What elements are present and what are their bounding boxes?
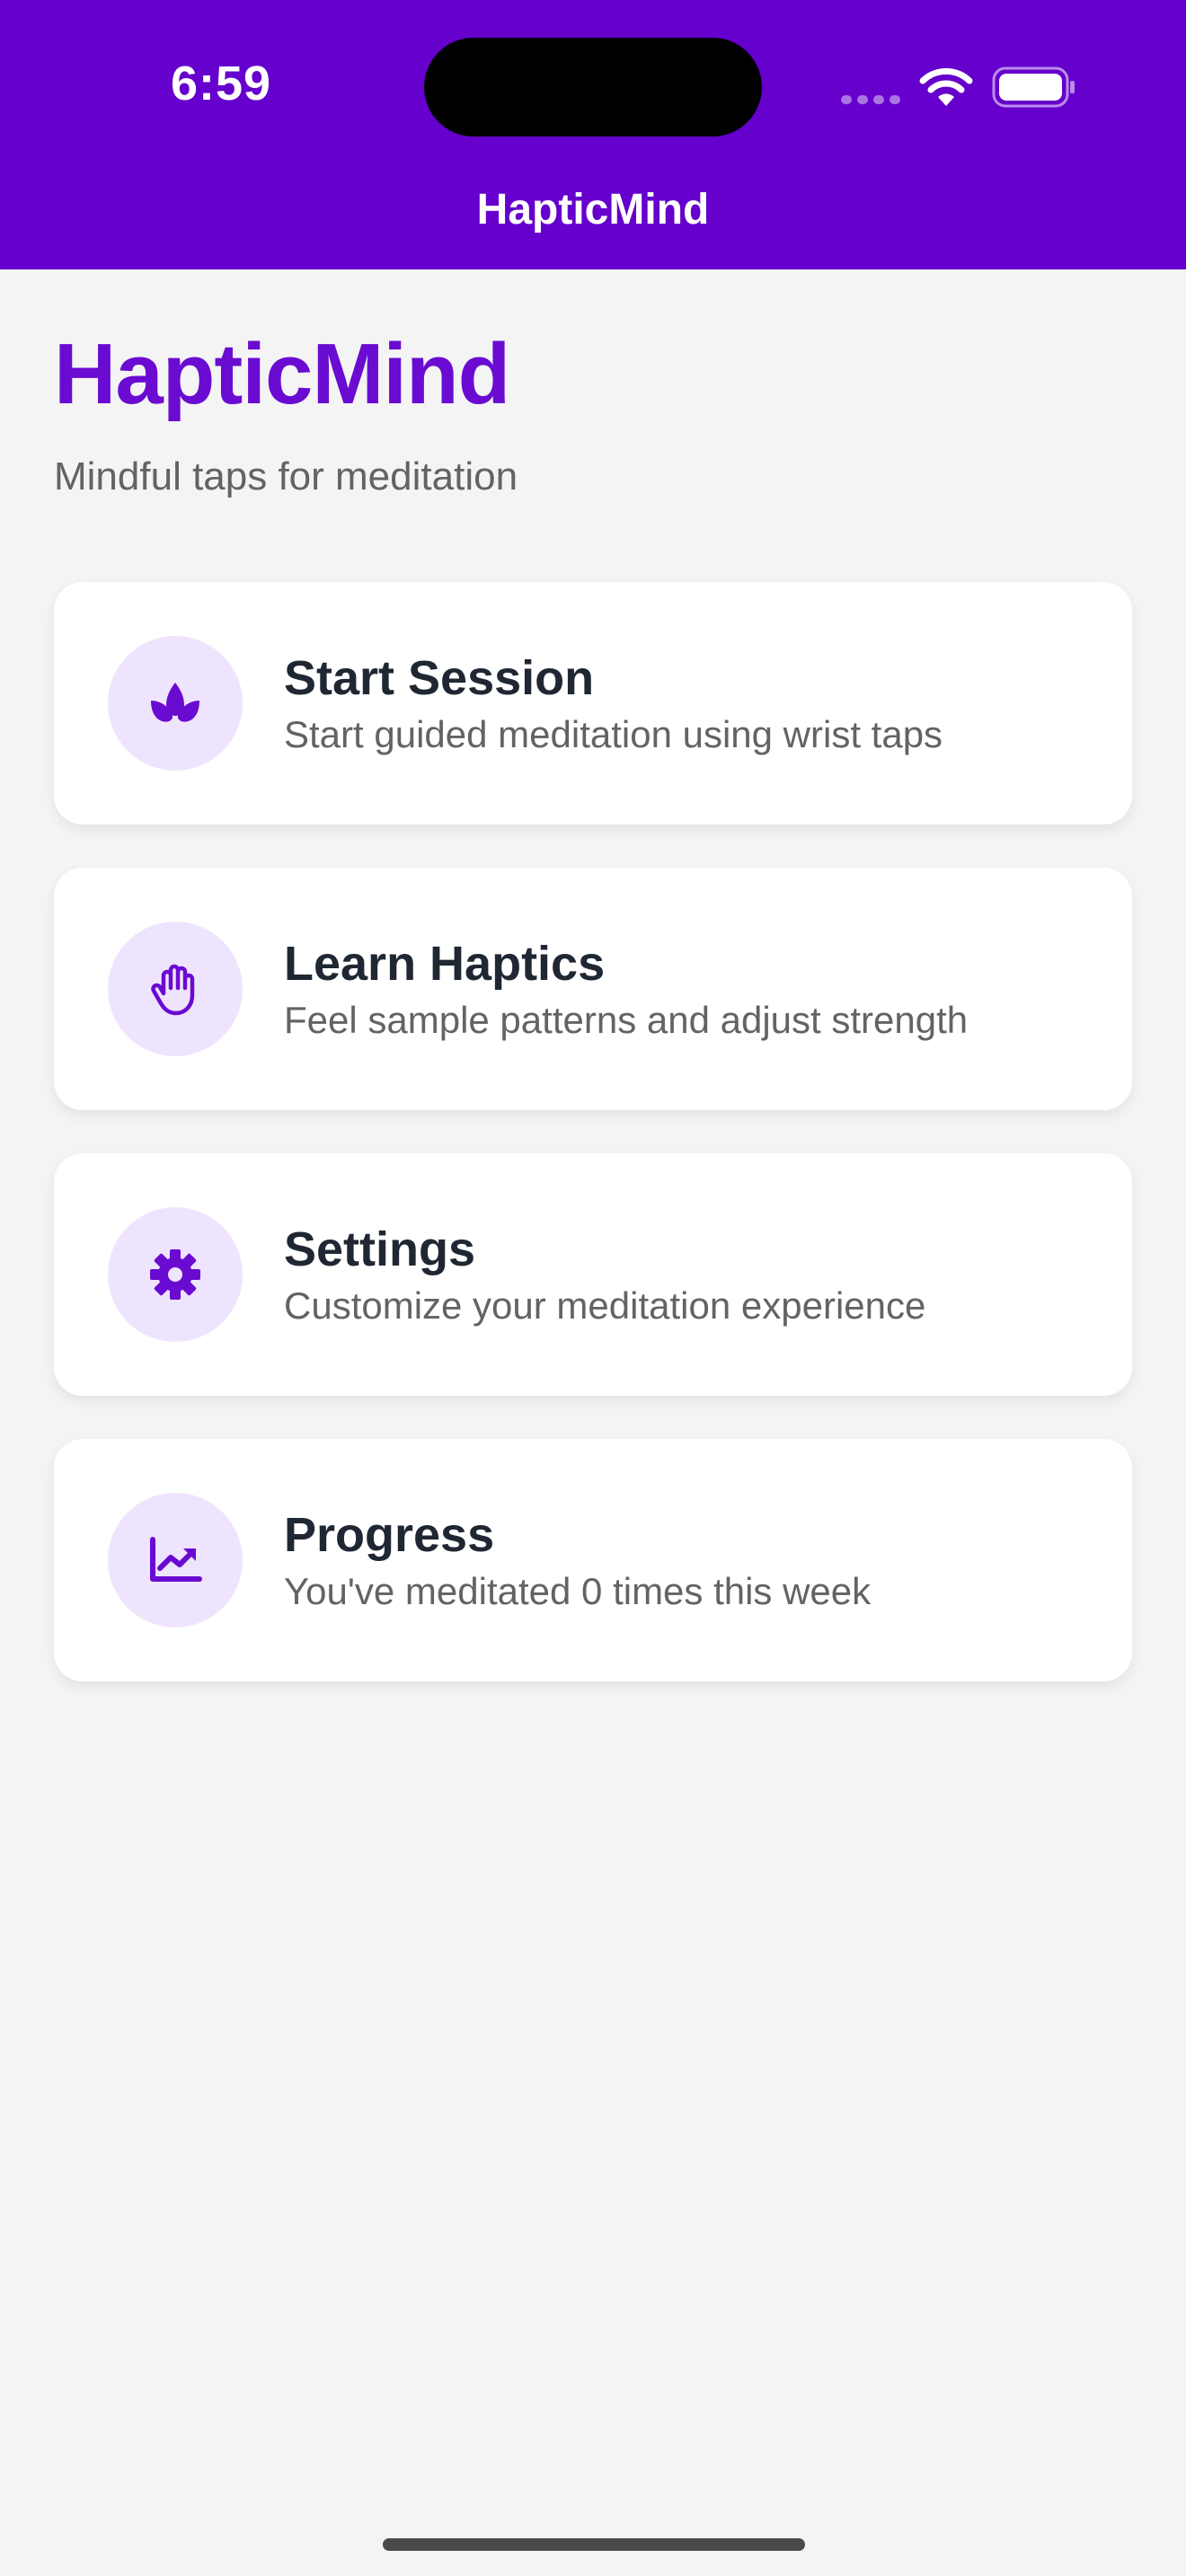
battery-icon	[992, 66, 1075, 108]
learn-haptics-card[interactable]: Learn Haptics Feel sample patterns and a…	[54, 868, 1132, 1110]
card-title: Start Session	[284, 651, 595, 705]
app-header: 6:59 HapticMind	[0, 0, 1186, 269]
gear-icon	[150, 1249, 200, 1300]
home-indicator[interactable]	[383, 2538, 805, 2551]
chart-icon-circle	[108, 1493, 243, 1628]
card-description: Customize your meditation experience	[284, 1284, 926, 1327]
hand-icon-circle	[108, 922, 243, 1056]
card-description: Start guided meditation using wrist taps	[284, 713, 943, 755]
nav-title: HapticMind	[476, 186, 710, 234]
card-description: You've meditated 0 times this week	[284, 1570, 872, 1612]
wifi-icon	[919, 67, 973, 106]
page-title: HapticMind	[54, 326, 510, 422]
status-time: 6:59	[171, 57, 272, 110]
settings-card[interactable]: Settings Customize your meditation exper…	[54, 1153, 1132, 1396]
page-subtitle: Mindful taps for meditation	[54, 454, 518, 498]
chart-icon	[150, 1537, 202, 1582]
lotus-icon-circle	[108, 636, 243, 771]
lotus-icon	[151, 683, 199, 722]
gear-icon-circle	[108, 1207, 243, 1342]
progress-card[interactable]: Progress You've meditated 0 times this w…	[54, 1439, 1132, 1681]
start-session-card[interactable]: Start Session Start guided meditation us…	[54, 582, 1132, 825]
card-title: Learn Haptics	[284, 937, 606, 991]
card-title: Progress	[284, 1508, 495, 1562]
card-title: Settings	[284, 1222, 476, 1276]
hand-icon	[151, 964, 195, 1016]
dynamic-island	[424, 38, 762, 137]
card-description: Feel sample patterns and adjust strength	[284, 999, 969, 1041]
